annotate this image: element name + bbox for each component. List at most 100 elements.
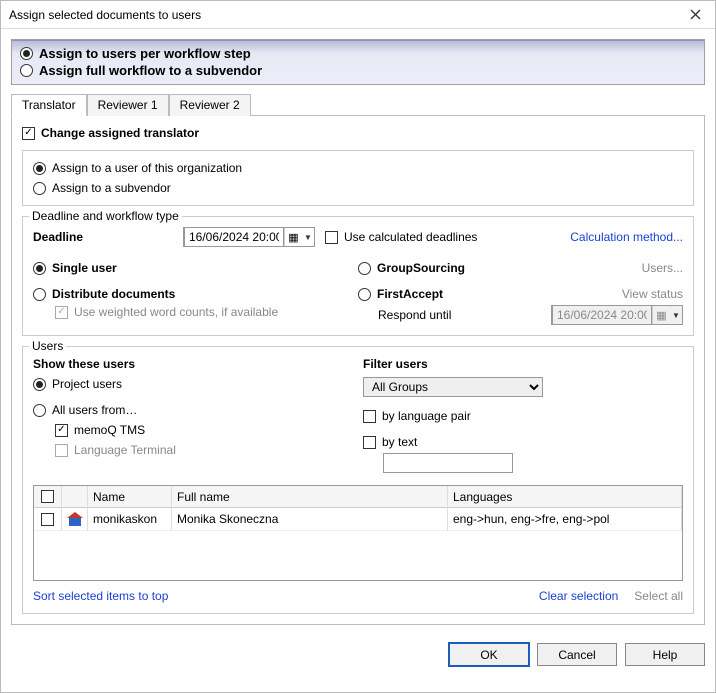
assign-per-step-label: Assign to users per workflow step — [39, 46, 251, 61]
memoq-tms-check[interactable]: memoQ TMS — [55, 423, 353, 437]
users-table-body: monikaskon Monika Skoneczna eng->hun, en… — [34, 508, 682, 580]
checkbox-icon — [363, 436, 376, 449]
weighted-label: Use weighted word counts, if available — [74, 305, 278, 319]
filter-by-language-label: by language pair — [382, 409, 471, 423]
language-terminal-check: Language Terminal — [55, 443, 353, 457]
respond-until-input: ▦ ▼ — [551, 305, 683, 325]
header-name[interactable]: Name — [88, 486, 172, 508]
radio-icon — [33, 378, 46, 391]
calendar-icon[interactable]: ▦ — [284, 228, 302, 246]
all-users-from-radio[interactable]: All users from… — [33, 403, 353, 417]
select-all-link: Select all — [634, 589, 683, 603]
radio-icon — [20, 64, 33, 77]
table-row[interactable]: monikaskon Monika Skoneczna eng->hun, en… — [34, 508, 682, 531]
use-calculated-label: Use calculated deadlines — [344, 230, 477, 244]
table-actions: Sort selected items to top Clear selecti… — [33, 589, 683, 603]
checkbox-icon — [363, 410, 376, 423]
house-icon — [67, 512, 82, 526]
row-checkbox[interactable] — [34, 508, 62, 530]
filter-group-select[interactable]: All Groups — [363, 377, 543, 397]
row-fullname: Monika Skoneczna — [172, 508, 448, 530]
users-fieldset: Users Show these users Project users All… — [22, 346, 694, 614]
dialog-footer: OK Cancel Help — [1, 635, 715, 674]
radio-icon — [33, 262, 46, 275]
groupsourcing-radio[interactable]: GroupSourcing — [358, 261, 465, 275]
deadline-legend: Deadline and workflow type — [29, 209, 182, 223]
change-translator-check[interactable]: Change assigned translator — [22, 126, 694, 140]
filter-by-text-check[interactable]: by text — [363, 435, 683, 449]
assign-subvendor-radio[interactable]: Assign to a subvendor — [33, 181, 683, 195]
close-button[interactable] — [675, 1, 715, 29]
single-user-label: Single user — [52, 261, 117, 275]
weighted-check: Use weighted word counts, if available — [55, 305, 358, 319]
deadline-input[interactable]: ▦ ▼ — [183, 227, 315, 247]
row-name: monikaskon — [88, 508, 172, 530]
radio-icon — [33, 288, 46, 301]
single-user-radio[interactable]: Single user — [33, 261, 358, 275]
users-link: Users... — [642, 261, 683, 275]
tab-reviewer2[interactable]: Reviewer 2 — [169, 94, 251, 116]
sort-to-top-link[interactable]: Sort selected items to top — [33, 589, 168, 603]
users-table: Name Full name Languages monikaskon Moni… — [33, 485, 683, 581]
deadline-text[interactable] — [184, 227, 284, 247]
firstaccept-label: FirstAccept — [377, 287, 443, 301]
assign-org-radio[interactable]: Assign to a user of this organization — [33, 161, 683, 175]
distribute-label: Distribute documents — [52, 287, 175, 301]
users-table-header: Name Full name Languages — [34, 486, 682, 508]
role-tabs: Translator Reviewer 1 Reviewer 2 — [11, 93, 705, 116]
assign-subvendor-label: Assign full workflow to a subvendor — [39, 63, 262, 78]
cancel-button[interactable]: Cancel — [537, 643, 617, 666]
filter-by-text-label: by text — [382, 435, 417, 449]
assign-subvendor-label: Assign to a subvendor — [52, 181, 171, 195]
assignment-target-panel: Assign to a user of this organization As… — [22, 150, 694, 206]
checkbox-icon — [41, 513, 54, 526]
use-calculated-check[interactable]: Use calculated deadlines — [325, 230, 477, 244]
change-translator-label: Change assigned translator — [41, 126, 199, 140]
view-status-link: View status — [622, 287, 683, 301]
chevron-down-icon[interactable]: ▼ — [302, 233, 314, 242]
all-users-from-label: All users from… — [52, 403, 137, 417]
tab-reviewer1[interactable]: Reviewer 1 — [87, 94, 169, 116]
checkbox-icon — [55, 444, 68, 457]
calculation-method-link[interactable]: Calculation method... — [570, 230, 683, 244]
help-button[interactable]: Help — [625, 643, 705, 666]
distribute-radio[interactable]: Distribute documents — [33, 287, 358, 301]
chevron-down-icon: ▼ — [670, 311, 682, 320]
checkbox-icon — [22, 127, 35, 140]
radio-icon — [358, 262, 371, 275]
header-icon — [62, 486, 88, 508]
users-legend: Users — [29, 339, 66, 353]
header-checkbox[interactable] — [34, 486, 62, 508]
show-users-label: Show these users — [33, 357, 353, 371]
assign-subvendor-option[interactable]: Assign full workflow to a subvendor — [20, 63, 696, 78]
header-languages[interactable]: Languages — [448, 486, 682, 508]
project-users-radio[interactable]: Project users — [33, 377, 353, 391]
language-terminal-label: Language Terminal — [74, 443, 176, 457]
respond-until-label: Respond until — [378, 308, 451, 322]
deadline-label: Deadline — [33, 230, 173, 244]
firstaccept-radio[interactable]: FirstAccept — [358, 287, 443, 301]
deadline-fieldset: Deadline and workflow type Deadline ▦ ▼ … — [22, 216, 694, 336]
row-languages: eng->hun, eng->fre, eng->pol — [448, 508, 682, 530]
tab-translator[interactable]: Translator — [11, 94, 87, 116]
filter-by-language-check[interactable]: by language pair — [363, 409, 683, 423]
checkbox-icon — [41, 490, 54, 503]
checkbox-icon — [325, 231, 338, 244]
project-users-label: Project users — [52, 377, 122, 391]
radio-icon — [33, 182, 46, 195]
checkbox-icon — [55, 424, 68, 437]
translator-panel: Change assigned translator Assign to a u… — [11, 116, 705, 625]
assign-mode-banner: Assign to users per workflow step Assign… — [11, 39, 705, 85]
calendar-icon: ▦ — [652, 306, 670, 324]
filter-users-label: Filter users — [363, 357, 683, 371]
assign-per-step-option[interactable]: Assign to users per workflow step — [20, 46, 696, 61]
filter-text-input[interactable] — [383, 453, 513, 473]
assign-org-label: Assign to a user of this organization — [52, 161, 242, 175]
header-fullname[interactable]: Full name — [172, 486, 448, 508]
window-title: Assign selected documents to users — [9, 8, 675, 22]
ok-button[interactable]: OK — [449, 643, 529, 666]
checkbox-icon — [55, 306, 68, 319]
clear-selection-link[interactable]: Clear selection — [539, 589, 618, 603]
respond-until-text — [552, 305, 652, 325]
row-icon — [62, 508, 88, 530]
